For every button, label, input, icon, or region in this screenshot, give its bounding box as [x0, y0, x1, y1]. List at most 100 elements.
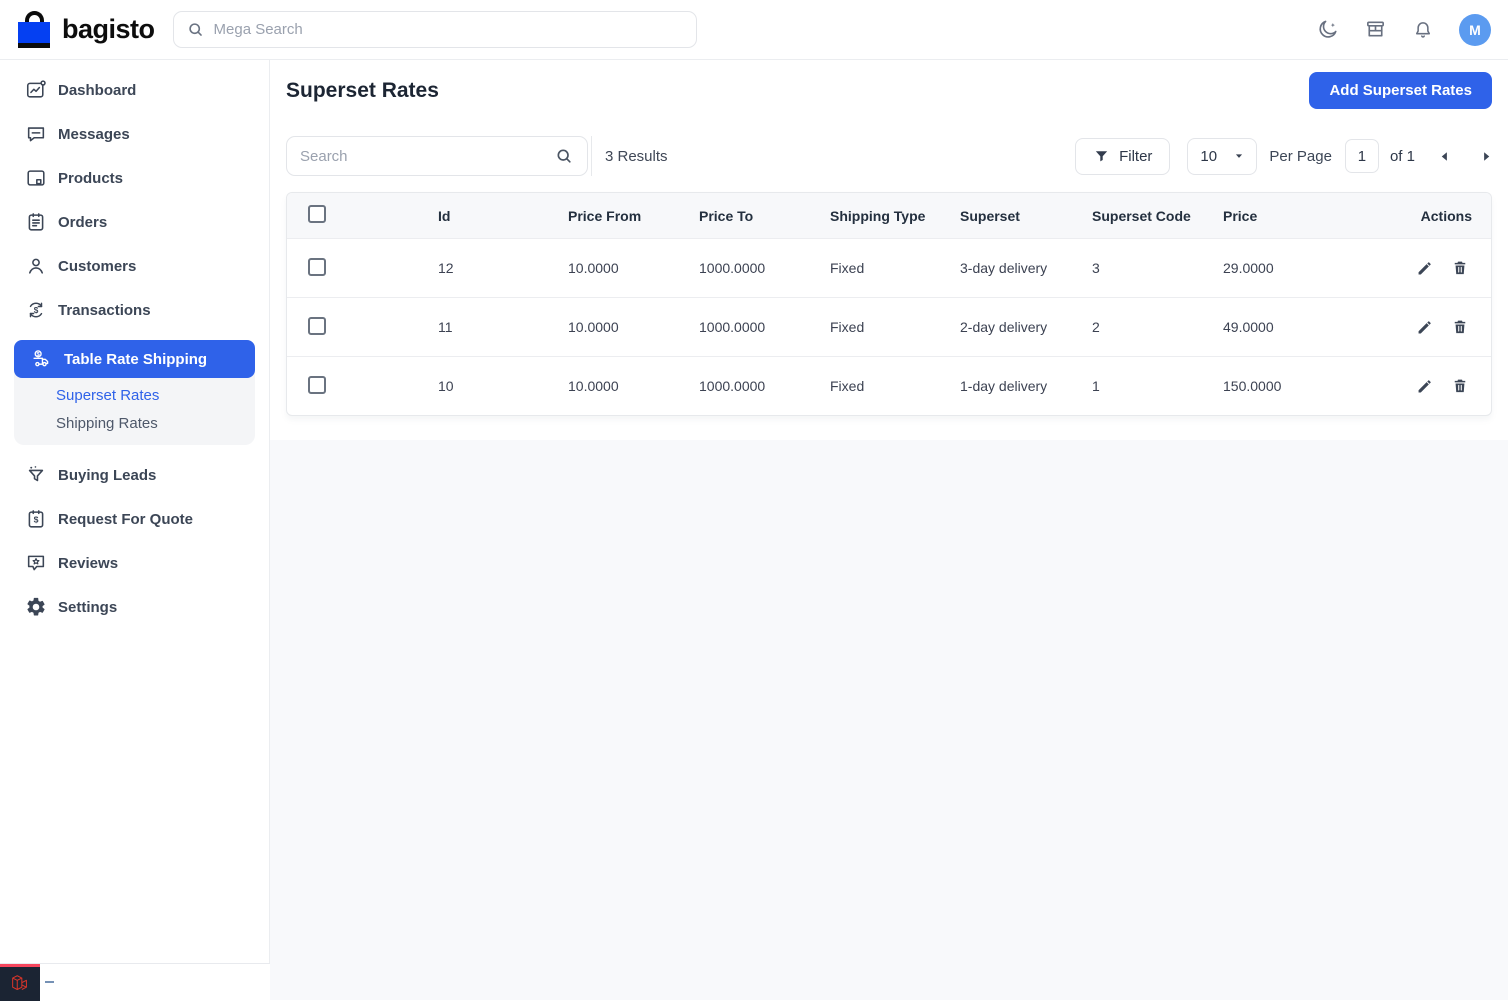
cell-shipping-type: Fixed	[813, 378, 943, 394]
submenu-item-shipping-rates[interactable]: Shipping Rates	[56, 414, 255, 434]
truck-dollar-icon: $	[30, 348, 53, 371]
cell-superset-code: 1	[1075, 378, 1206, 394]
sidebar-item-label: Table Rate Shipping	[64, 351, 207, 368]
column-header-id: Id	[421, 208, 551, 224]
cell-superset: 1-day delivery	[943, 378, 1075, 394]
main-content: Superset Rates Add Superset Rates 3 Resu…	[270, 60, 1508, 1000]
cell-superset-code: 3	[1075, 260, 1206, 276]
delete-icon[interactable]	[1451, 318, 1469, 336]
cell-id: 11	[421, 319, 551, 335]
cell-id: 10	[421, 378, 551, 394]
column-header-price-to: Price To	[682, 208, 813, 224]
toolbar-right: Filter 10 Per Page of 1	[1075, 138, 1492, 175]
gear-icon	[24, 596, 47, 619]
add-superset-rates-button[interactable]: Add Superset Rates	[1309, 72, 1492, 109]
page-total: of 1	[1390, 148, 1415, 165]
sidebar-item-label: Buying Leads	[58, 467, 156, 484]
cell-price: 150.0000	[1206, 378, 1398, 394]
cell-price-to: 1000.0000	[682, 378, 813, 394]
delete-icon[interactable]	[1451, 259, 1469, 277]
sidebar-item-dashboard[interactable]: Dashboard	[0, 68, 269, 112]
cell-superset: 2-day delivery	[943, 319, 1075, 335]
previous-page-button[interactable]	[1439, 151, 1450, 162]
mega-search-input[interactable]	[214, 21, 684, 38]
row-checkbox[interactable]	[308, 317, 326, 335]
datagrid-search	[286, 136, 588, 176]
submenu-item-superset-rates[interactable]: Superset Rates	[56, 386, 255, 406]
edit-icon[interactable]	[1415, 318, 1434, 337]
logo[interactable]: bagisto	[18, 10, 155, 50]
messages-icon	[24, 123, 47, 146]
cell-id: 12	[421, 260, 551, 276]
table-header-row: Id Price From Price To Shipping Type Sup…	[287, 193, 1491, 238]
toolbar-divider	[591, 136, 592, 176]
dark-mode-icon[interactable]	[1316, 18, 1339, 41]
cell-price: 29.0000	[1206, 260, 1398, 276]
sidebar-item-customers[interactable]: Customers	[0, 244, 269, 288]
column-header-shipping-type: Shipping Type	[813, 208, 943, 224]
sidebar-item-label: Messages	[58, 126, 130, 143]
superset-rates-table: Id Price From Price To Shipping Type Sup…	[286, 192, 1492, 416]
svg-text:$: $	[33, 306, 38, 315]
sidebar: Dashboard Messages Products	[0, 60, 270, 1000]
row-checkbox[interactable]	[308, 258, 326, 276]
sidebar-item-label: Customers	[58, 258, 136, 275]
column-header-price: Price	[1206, 208, 1398, 224]
svg-text:$: $	[33, 515, 38, 525]
results-count: 3 Results	[605, 148, 668, 165]
laravel-debugbar-icon[interactable]	[0, 964, 40, 1001]
filter-button[interactable]: Filter	[1075, 138, 1170, 175]
sidebar-item-table-rate-shipping[interactable]: $ Table Rate Shipping	[14, 340, 255, 378]
column-header-superset-code: Superset Code	[1075, 208, 1206, 224]
page-number-input[interactable]	[1345, 139, 1379, 173]
per-page-select[interactable]: 10	[1187, 138, 1257, 175]
search-icon	[186, 20, 205, 39]
chevron-down-icon	[1234, 151, 1244, 161]
select-all-checkbox[interactable]	[308, 205, 326, 223]
table-rate-shipping-group: $ Table Rate Shipping Superset Rates Shi…	[14, 340, 255, 445]
sidebar-item-label: Request For Quote	[58, 511, 193, 528]
datagrid-search-input[interactable]	[300, 148, 554, 165]
sidebar-item-products[interactable]: Products	[0, 156, 269, 200]
sidebar-item-label: Products	[58, 170, 123, 187]
bagisto-logo-icon	[18, 10, 51, 50]
customers-icon	[24, 255, 47, 278]
sidebar-item-settings[interactable]: Settings	[0, 585, 269, 629]
edit-icon[interactable]	[1415, 377, 1434, 396]
next-page-button[interactable]	[1481, 151, 1492, 162]
sidebar-item-transactions[interactable]: $ Transactions	[0, 288, 269, 332]
sidebar-item-request-for-quote[interactable]: $ Request For Quote	[0, 497, 269, 541]
table-row: 12 10.0000 1000.0000 Fixed 3-day deliver…	[287, 238, 1491, 297]
sidebar-item-orders[interactable]: Orders	[0, 200, 269, 244]
cell-shipping-type: Fixed	[813, 319, 943, 335]
storefront-icon[interactable]	[1364, 18, 1387, 41]
sidebar-item-label: Settings	[58, 599, 117, 616]
edit-icon[interactable]	[1415, 259, 1434, 278]
products-icon	[24, 167, 47, 190]
filter-icon	[1093, 148, 1110, 165]
notifications-icon[interactable]	[1412, 19, 1434, 41]
orders-icon	[24, 211, 47, 234]
cell-price: 49.0000	[1206, 319, 1398, 335]
avatar[interactable]: M	[1459, 14, 1491, 46]
cell-price-from: 10.0000	[551, 378, 682, 394]
cell-price-from: 10.0000	[551, 260, 682, 276]
sidebar-item-buying-leads[interactable]: Buying Leads	[0, 453, 269, 497]
cell-superset-code: 2	[1075, 319, 1206, 335]
logo-text: bagisto	[62, 14, 155, 45]
header-right: M	[1316, 14, 1491, 46]
sidebar-item-label: Reviews	[58, 555, 118, 572]
delete-icon[interactable]	[1451, 377, 1469, 395]
title-row: Superset Rates Add Superset Rates	[286, 72, 1492, 109]
transactions-icon: $	[24, 299, 47, 322]
row-checkbox[interactable]	[308, 376, 326, 394]
page-title: Superset Rates	[286, 79, 439, 103]
sidebar-item-label: Orders	[58, 214, 107, 231]
sidebar-item-messages[interactable]: Messages	[0, 112, 269, 156]
sidebar-nav: Dashboard Messages Products	[0, 60, 269, 629]
cell-shipping-type: Fixed	[813, 260, 943, 276]
dashboard-icon	[24, 79, 47, 102]
debugbar-minimize-button[interactable]	[45, 981, 54, 983]
debugbar	[0, 963, 270, 1000]
sidebar-item-reviews[interactable]: Reviews	[0, 541, 269, 585]
